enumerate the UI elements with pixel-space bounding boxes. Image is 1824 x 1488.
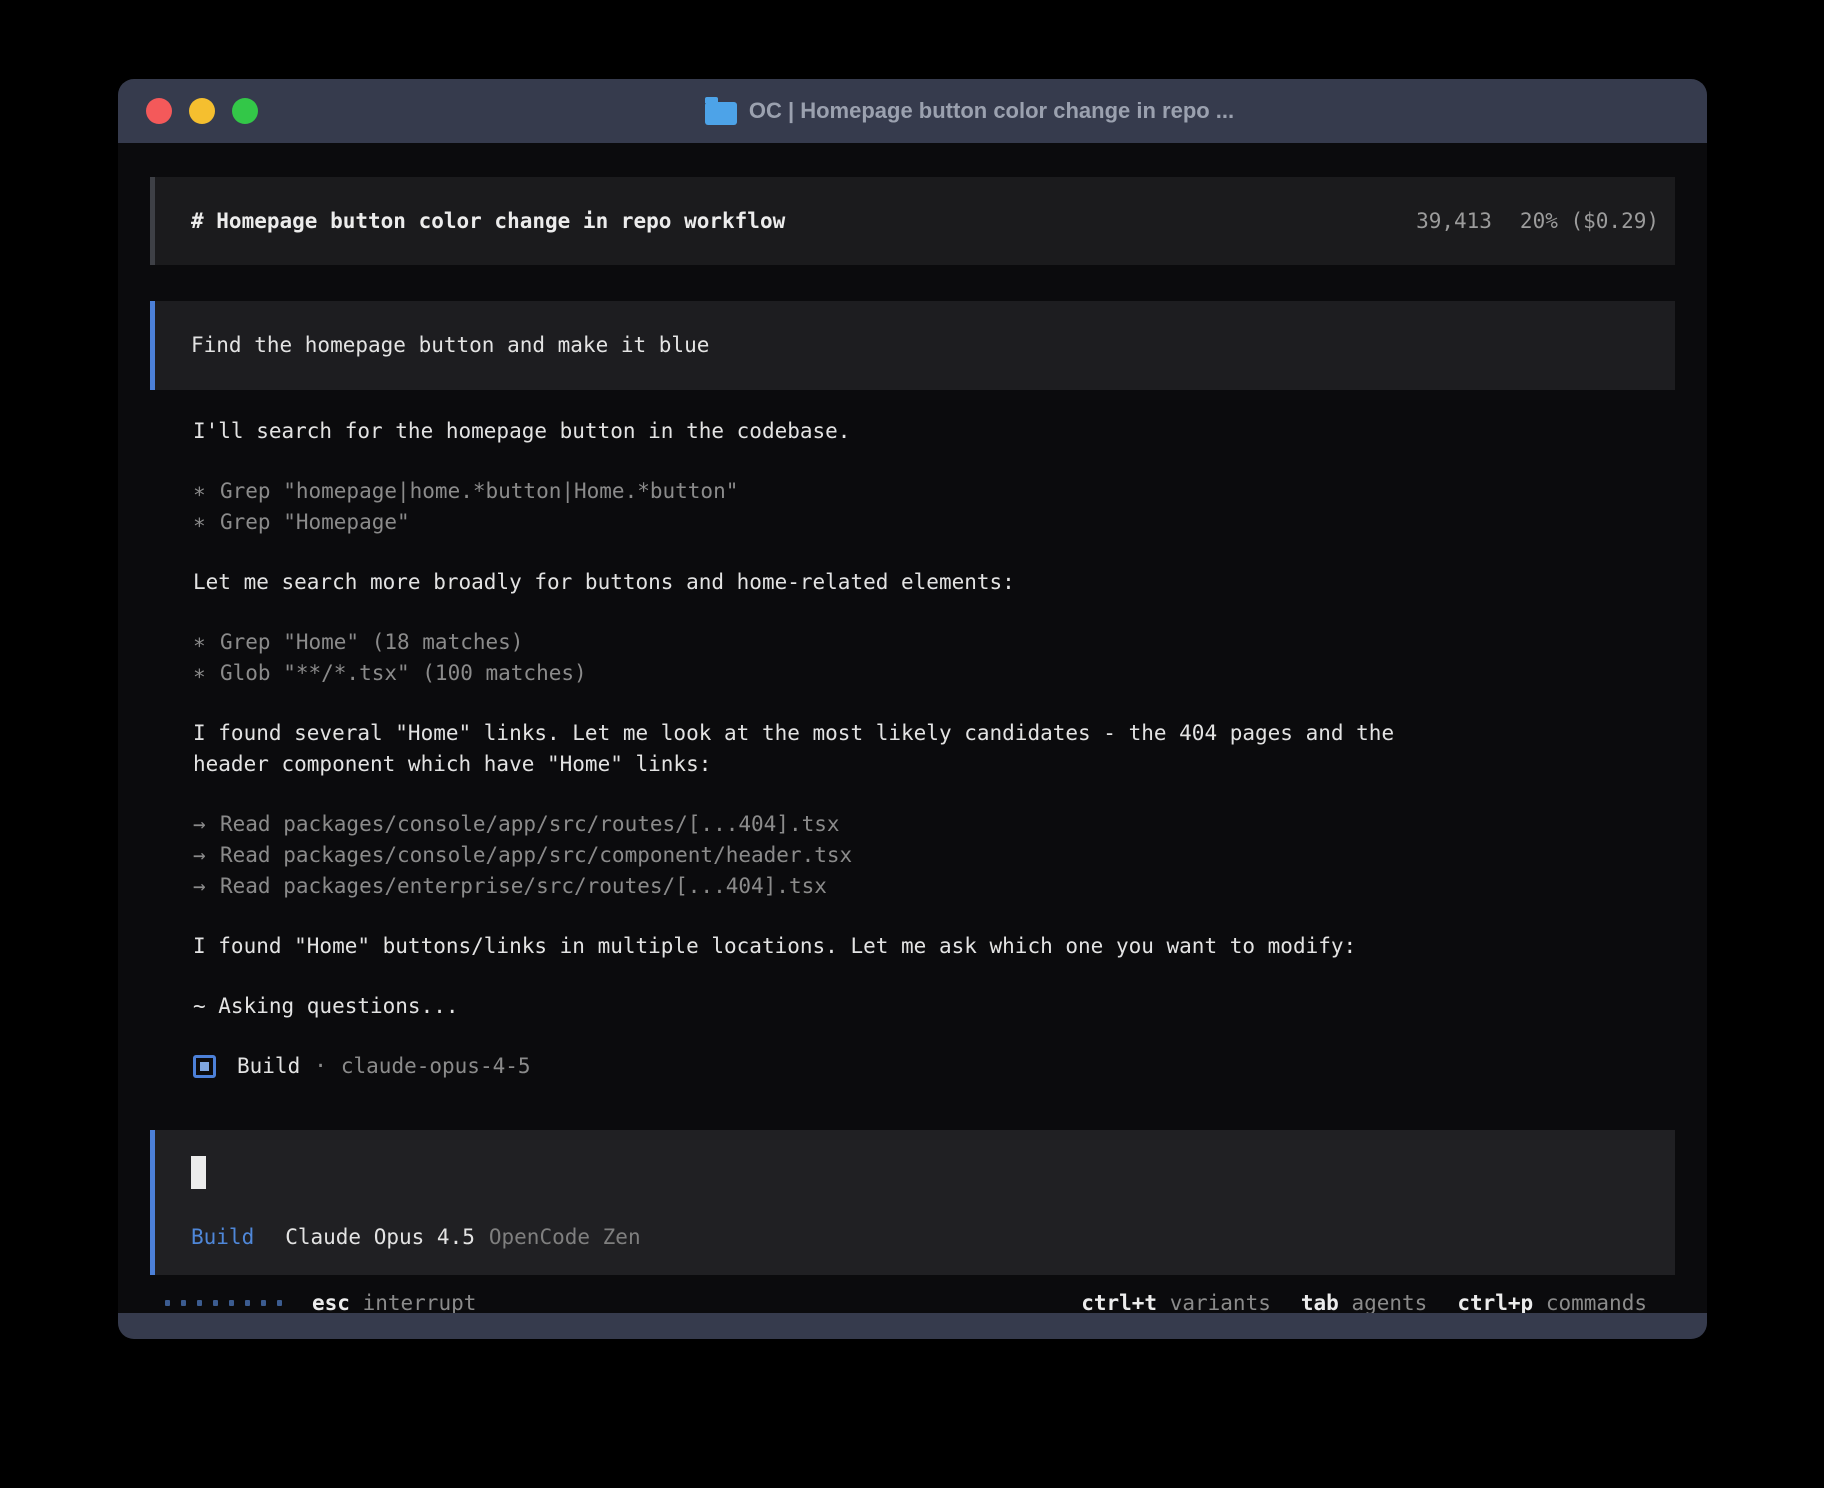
window-footer [118, 1313, 1707, 1339]
assistant-text: I found "Home" buttons/links in multiple… [193, 931, 1675, 962]
tool-call-group: ∗Grep "Home" (18 matches) ∗Glob "**/*.ts… [193, 627, 1675, 689]
interrupt-label: interrupt [363, 1291, 477, 1314]
agent-icon [193, 1055, 216, 1078]
spinner-icon [165, 1300, 282, 1306]
assistant-text: I found several "Home" links. Let me loo… [193, 718, 1675, 749]
context-cost: 20% ($0.29) [1520, 206, 1659, 237]
tool-call-label: Read packages/console/app/src/routes/[..… [220, 812, 840, 836]
tool-call: →Read packages/enterprise/src/routes/[..… [193, 871, 1675, 902]
assistant-output: I'll search for the homepage button in t… [193, 390, 1675, 1082]
window-title-group: OC | Homepage button color change in rep… [705, 98, 1234, 125]
folder-icon [705, 102, 737, 125]
agent-model: claude-opus-4-5 [341, 1051, 531, 1082]
tool-call-label: Grep "homepage|home.*button|Home.*button… [220, 479, 738, 503]
session-header: # Homepage button color change in repo w… [150, 177, 1675, 265]
asterisk-icon: ∗ [193, 627, 220, 658]
session-title: # Homepage button color change in repo w… [191, 206, 785, 237]
session-stats: 39,413 20% ($0.29) [1416, 206, 1659, 237]
token-count: 39,413 [1416, 206, 1492, 237]
prompt-input[interactable]: Build Claude Opus 4.5 OpenCode Zen [150, 1130, 1675, 1275]
tool-call: ∗Grep "Home" (18 matches) [193, 627, 1675, 658]
tool-call-label: Read packages/enterprise/src/routes/[...… [220, 874, 827, 898]
variants-hint: ctrl+t variants [1081, 1288, 1271, 1314]
titlebar[interactable]: OC | Homepage button color change in rep… [118, 79, 1707, 143]
shortcut-hints: ctrl+t variants tab agents ctrl+p comman… [1081, 1288, 1647, 1314]
input-model-label: Claude Opus 4.5 [285, 1222, 475, 1253]
tool-call: →Read packages/console/app/src/routes/[.… [193, 809, 1675, 840]
asterisk-icon: ∗ [193, 658, 220, 689]
tool-call-group: ∗Grep "homepage|home.*button|Home.*butto… [193, 476, 1675, 538]
arrow-right-icon: → [193, 840, 220, 871]
zoom-button[interactable] [232, 98, 258, 124]
tool-call-label: Grep "Homepage" [220, 510, 410, 534]
separator-dot: · [314, 1051, 327, 1082]
model-info-line: Build Claude Opus 4.5 OpenCode Zen [191, 1222, 1659, 1275]
commands-hint: ctrl+p commands [1457, 1288, 1647, 1314]
interrupt-hint: esc interrupt [312, 1288, 476, 1314]
assistant-text: I'll search for the homepage button in t… [193, 416, 1675, 447]
tool-call-label: Grep "Home" (18 matches) [220, 630, 523, 654]
terminal-body: # Homepage button color change in repo w… [118, 143, 1707, 1313]
tool-call-label: Read packages/console/app/src/component/… [220, 843, 852, 867]
desktop: OC | Homepage button color change in rep… [0, 0, 1824, 1488]
assistant-status-text: ~ Asking questions... [193, 991, 1675, 1022]
tool-call: →Read packages/console/app/src/component… [193, 840, 1675, 871]
user-message-text: Find the homepage button and make it blu… [191, 330, 709, 361]
window-title: OC | Homepage button color change in rep… [749, 98, 1234, 124]
user-message: Find the homepage button and make it blu… [150, 301, 1675, 390]
tool-call: ∗Grep "homepage|home.*button|Home.*butto… [193, 476, 1675, 507]
status-bar: esc interrupt ctrl+t variants tab agents… [150, 1275, 1675, 1313]
traffic-lights [146, 98, 258, 124]
tool-call: ∗Grep "Homepage" [193, 507, 1675, 538]
arrow-right-icon: → [193, 809, 220, 840]
text-cursor [191, 1156, 206, 1189]
assistant-text: Let me search more broadly for buttons a… [193, 567, 1675, 598]
assistant-text: header component which have "Home" links… [193, 749, 1675, 780]
terminal-window: OC | Homepage button color change in rep… [118, 79, 1707, 1339]
agents-hint: tab agents [1301, 1288, 1427, 1314]
close-button[interactable] [146, 98, 172, 124]
arrow-right-icon: → [193, 871, 220, 902]
asterisk-icon: ∗ [193, 476, 220, 507]
agent-status-line: Build · claude-opus-4-5 [193, 1051, 1675, 1082]
input-provider-label: OpenCode Zen [489, 1222, 641, 1253]
asterisk-icon: ∗ [193, 507, 220, 538]
tool-call-label: Glob "**/*.tsx" (100 matches) [220, 661, 587, 685]
input-agent-label[interactable]: Build [191, 1222, 254, 1253]
tool-call: ∗Glob "**/*.tsx" (100 matches) [193, 658, 1675, 689]
tool-call-group: →Read packages/console/app/src/routes/[.… [193, 809, 1675, 902]
minimize-button[interactable] [189, 98, 215, 124]
esc-key: esc [312, 1291, 350, 1314]
agent-name: Build [237, 1051, 300, 1082]
